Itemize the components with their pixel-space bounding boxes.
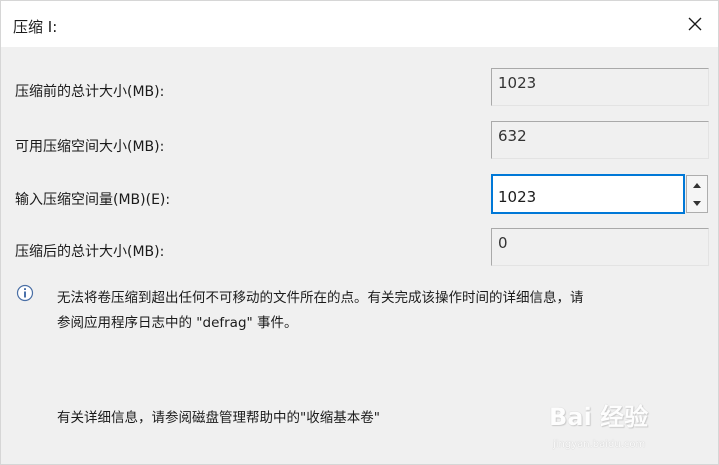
- stepper-up-button[interactable]: [687, 176, 707, 195]
- shrink-amount-input[interactable]: [491, 174, 685, 214]
- available-space-label: 可用压缩空间大小(MB):: [15, 139, 165, 155]
- shrink-amount-label: 输入压缩空间量(MB)(E):: [15, 192, 171, 208]
- baidu-jingyan-watermark: Bai 经验 jingyan.baidu.com: [549, 397, 714, 461]
- watermark-brand: Bai 经验: [549, 403, 649, 431]
- shrink-amount-stepper: [686, 175, 708, 213]
- info-message-line-1: 无法将卷压缩到超出任何不可移动的文件所在的点。有关完成该操作时间的详细信息，请: [57, 290, 584, 306]
- dialog-title: 压缩 I:: [13, 18, 58, 36]
- available-space-value: 632: [491, 121, 709, 159]
- shrink-dialog: 压缩 I: 压缩前的总计大小(MB): 1023 可用压缩空间大小(MB): 6…: [0, 0, 719, 465]
- help-text: 有关详细信息，请参阅磁盘管理帮助中的"收缩基本卷": [57, 410, 380, 426]
- close-button[interactable]: [672, 1, 718, 47]
- total-before-value: 1023: [491, 68, 709, 106]
- title-bar: 压缩 I:: [1, 1, 718, 47]
- info-message: 无法将卷压缩到超出任何不可移动的文件所在的点。有关完成该操作时间的详细信息，请 …: [57, 286, 712, 336]
- stepper-down-button[interactable]: [687, 194, 707, 212]
- total-after-value: 0: [491, 228, 709, 266]
- info-message-line-2: 参阅应用程序日志中的 "defrag" 事件。: [57, 315, 298, 331]
- close-icon: [688, 17, 702, 31]
- info-icon: [16, 284, 34, 302]
- triangle-up-icon: [693, 182, 701, 188]
- watermark-url: jingyan.baidu.com: [553, 439, 646, 450]
- triangle-down-icon: [693, 200, 701, 206]
- total-before-label: 压缩前的总计大小(MB):: [15, 84, 165, 100]
- total-after-label: 压缩后的总计大小(MB):: [15, 244, 165, 260]
